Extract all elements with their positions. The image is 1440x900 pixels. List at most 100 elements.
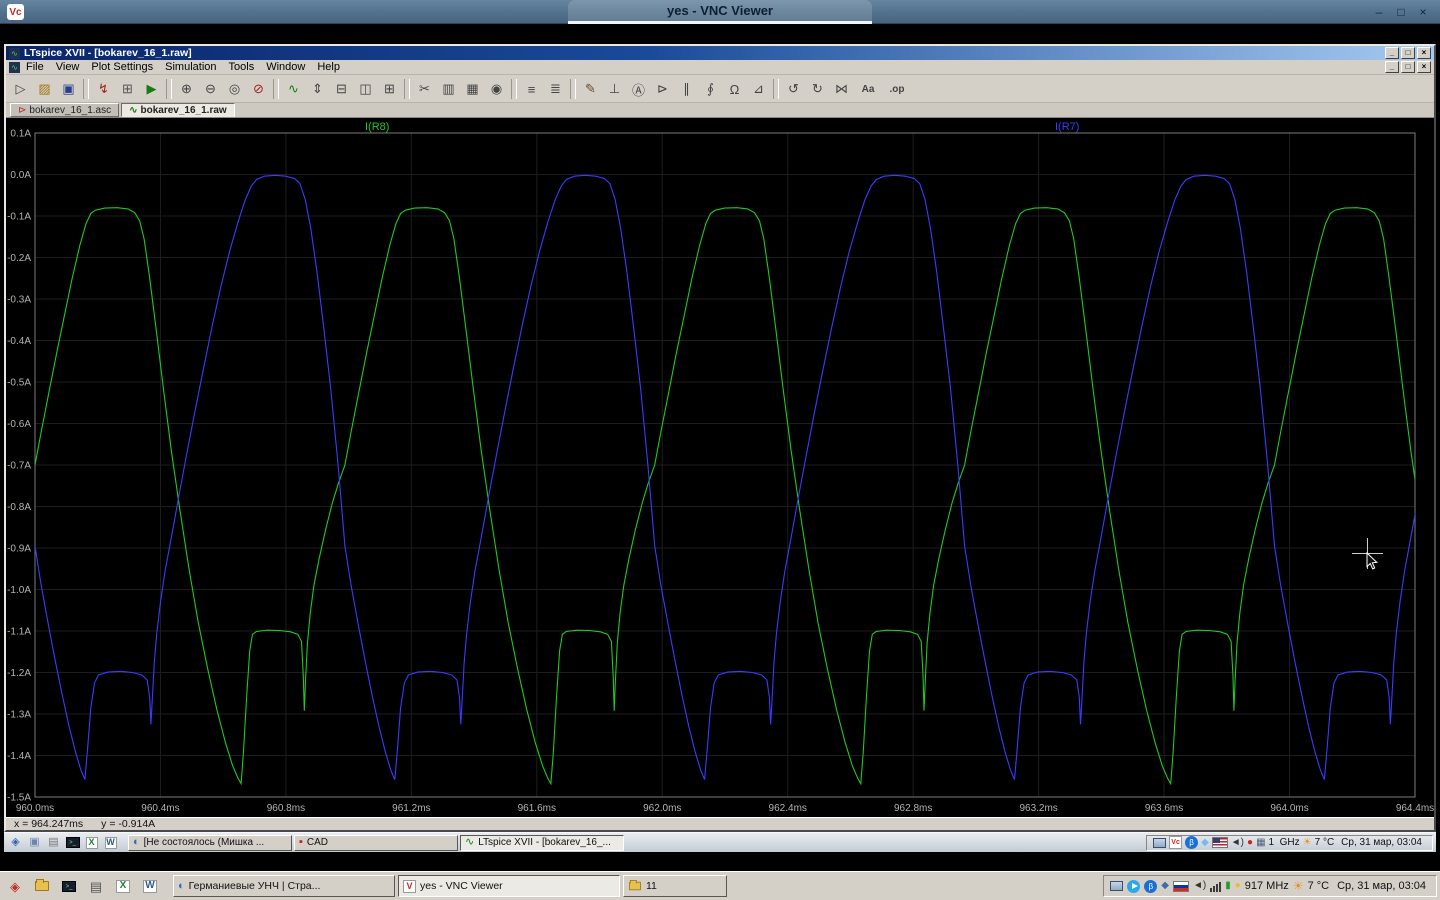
display-icon[interactable] (1153, 837, 1167, 848)
taskbar-button-ltspice-xvii-bokarev-16[interactable]: ∿ LTspice XVII - [bokarev_16_... (460, 834, 624, 851)
trace-i-r8[interactable] (35, 207, 1429, 786)
taskbar-button-cad[interactable]: ▪ CAD (294, 834, 458, 851)
mdi-restore-button[interactable]: □ (1401, 61, 1415, 73)
ltspice-titlebar[interactable]: ∿ LTspice XVII - [bokarev_16_1.raw] _ □ … (6, 46, 1434, 60)
volume-icon[interactable]: ◄) (1193, 881, 1206, 891)
remote-clock[interactable]: Ср, 31 мар, 03:04 (1337, 837, 1426, 848)
open-button[interactable]: ▨ (33, 78, 56, 100)
memory-icon[interactable]: ▦ (1256, 837, 1265, 848)
show-desktop-icon[interactable]: ▣ (26, 835, 43, 851)
trace-label-i-r7[interactable]: I(R7) (1055, 121, 1079, 133)
ground-button[interactable]: ⊥ (603, 78, 626, 100)
bluetooth-icon[interactable]: β (1144, 879, 1158, 893)
tile-panes-button[interactable]: ◫ (354, 78, 377, 100)
telegram-icon[interactable] (1127, 879, 1141, 893)
drop-icon[interactable]: ◆ (1161, 881, 1169, 891)
keyboard-layout-ru-icon[interactable] (1172, 880, 1189, 892)
print-button[interactable]: ≡ (520, 78, 543, 100)
bluetooth-icon[interactable]: β (1185, 836, 1199, 849)
taskbar-button-yes-vnc-viewer[interactable]: Vyes - VNC Viewer (398, 875, 620, 897)
spice-directive-button[interactable]: .op (883, 78, 911, 100)
vnc-server-icon[interactable]: Vc (1169, 836, 1183, 849)
host-clock[interactable]: Ср, 31 мар, 03:04 (1333, 880, 1430, 892)
taskbar-button-11[interactable]: 11 (623, 875, 727, 897)
zoom-in-button[interactable]: ⊕ (175, 78, 198, 100)
ltspice-minimize-button[interactable]: _ (1385, 47, 1399, 59)
taskbar-button-германиевые-унч-стра[interactable]: ◐ Германиевые УНЧ | Стра... (173, 875, 395, 897)
start-menu-icon[interactable]: ◈ (3, 874, 27, 898)
zoom-back-button[interactable]: ⊘ (247, 78, 270, 100)
zoom-full-extents-button[interactable]: ◎ (223, 78, 246, 100)
signal-icon[interactable] (1210, 881, 1222, 892)
excel-icon[interactable]: X (111, 874, 135, 898)
new-schematic-button[interactable]: ▷ (9, 78, 32, 100)
volume-icon[interactable]: ◄) (1231, 837, 1244, 848)
capacitor-button[interactable]: ∥ (675, 78, 698, 100)
menu-window[interactable]: Window (260, 60, 311, 75)
net-label-button[interactable]: Ⓐ (627, 78, 650, 100)
menu-simulation[interactable]: Simulation (159, 60, 222, 75)
terminal-icon[interactable] (57, 874, 81, 898)
menu-view[interactable]: View (50, 60, 86, 75)
plot-settings-button[interactable]: ∿ (282, 78, 305, 100)
paste-button[interactable]: ▦ (461, 78, 484, 100)
copy-button[interactable]: ▥ (437, 78, 460, 100)
redo-button[interactable]: ↻ (806, 78, 829, 100)
component-button[interactable]: ⊿ (747, 78, 770, 100)
add-plot-pane-button[interactable]: ⊟ (330, 78, 353, 100)
ltspice-statusbar: x = 964.247ms y = -0.914A (6, 817, 1434, 830)
vnc-maximize-button[interactable]: □ (1392, 3, 1410, 21)
text-button[interactable]: Aa (854, 78, 882, 100)
tab-bokarev-16-1-raw[interactable]: ∿ bokarev_16_1.raw (121, 103, 235, 117)
inductor-button[interactable]: ∮ (699, 78, 722, 100)
start-menu-icon[interactable]: ◈ (7, 835, 24, 851)
cut-button[interactable]: ✂ (413, 78, 436, 100)
mdi-minimize-button[interactable]: _ (1385, 61, 1399, 73)
terminal-icon[interactable] (64, 835, 81, 851)
file-manager-icon[interactable]: ▤ (45, 835, 62, 851)
tab-bokarev-16-1-asc[interactable]: ⊳ bokarev_16_1.asc (10, 103, 120, 117)
print-preview-button[interactable]: ≣ (544, 78, 567, 100)
mirror-button[interactable]: ⋈ (830, 78, 853, 100)
icon-glyph: W (143, 879, 157, 893)
ltspice-close-button[interactable]: × (1417, 47, 1431, 59)
waveform-plot[interactable]: 960.0ms 960.4ms 960.8ms 961.2ms 961.6ms 962.0… (6, 118, 1434, 819)
zoom-out-button[interactable]: ⊖ (199, 78, 222, 100)
excel-icon[interactable]: X (83, 835, 100, 851)
probe-button[interactable]: ↯ (92, 78, 115, 100)
trace-label-i-r8[interactable]: I(R8) (365, 121, 389, 133)
waveform-viewer[interactable]: 960.0ms 960.4ms 960.8ms 961.2ms 961.6ms 962.0… (6, 118, 1434, 819)
drop-icon[interactable]: ◆ (1201, 837, 1209, 848)
find-button[interactable]: ◉ (485, 78, 508, 100)
keyboard-layout-us-icon[interactable] (1211, 837, 1228, 848)
battery-icon[interactable]: ▮ (1225, 881, 1231, 891)
vnc-minimize-button[interactable]: – (1370, 3, 1388, 21)
word-icon[interactable]: W (102, 835, 119, 851)
menu-tools[interactable]: Tools (223, 60, 261, 75)
vnc-titlebar[interactable]: Vc yes - VNC Viewer – □ × (0, 0, 1440, 24)
control-panel-button[interactable]: ⊞ (116, 78, 139, 100)
menu-plot-settings[interactable]: Plot Settings (85, 60, 159, 75)
autorange-y-button[interactable]: ⇕ (306, 78, 329, 100)
notification-icon[interactable]: ● (1247, 837, 1253, 848)
trace-i-r7[interactable] (35, 174, 1426, 780)
printer-icon[interactable]: ▤ (84, 874, 108, 898)
resistor-button[interactable]: Ω (723, 78, 746, 100)
mdi-close-button[interactable]: × (1417, 61, 1431, 73)
taskbar-button-не-состоялось-мишка[interactable]: ◐ [Не состоялось (Мишка ... (128, 834, 292, 851)
brightness-icon[interactable]: ● (1235, 881, 1241, 891)
word-icon[interactable]: W (138, 874, 162, 898)
sync-panes-button[interactable]: ⊞ (378, 78, 401, 100)
menu-help[interactable]: Help (311, 60, 346, 75)
undo-button[interactable]: ↺ (782, 78, 805, 100)
diode-button[interactable]: ⊳ (651, 78, 674, 100)
vnc-close-button[interactable]: × (1414, 3, 1432, 21)
file-manager-icon[interactable] (30, 874, 54, 898)
ltspice-restore-button[interactable]: □ (1401, 47, 1415, 59)
menu-file[interactable]: File (20, 60, 50, 75)
wire-button[interactable]: ✎ (579, 78, 602, 100)
run-button[interactable]: ▶ (140, 78, 163, 100)
svg-text:961.2ms: 961.2ms (392, 803, 430, 814)
display-icon[interactable] (1110, 881, 1124, 891)
save-button[interactable]: ▣ (57, 78, 80, 100)
